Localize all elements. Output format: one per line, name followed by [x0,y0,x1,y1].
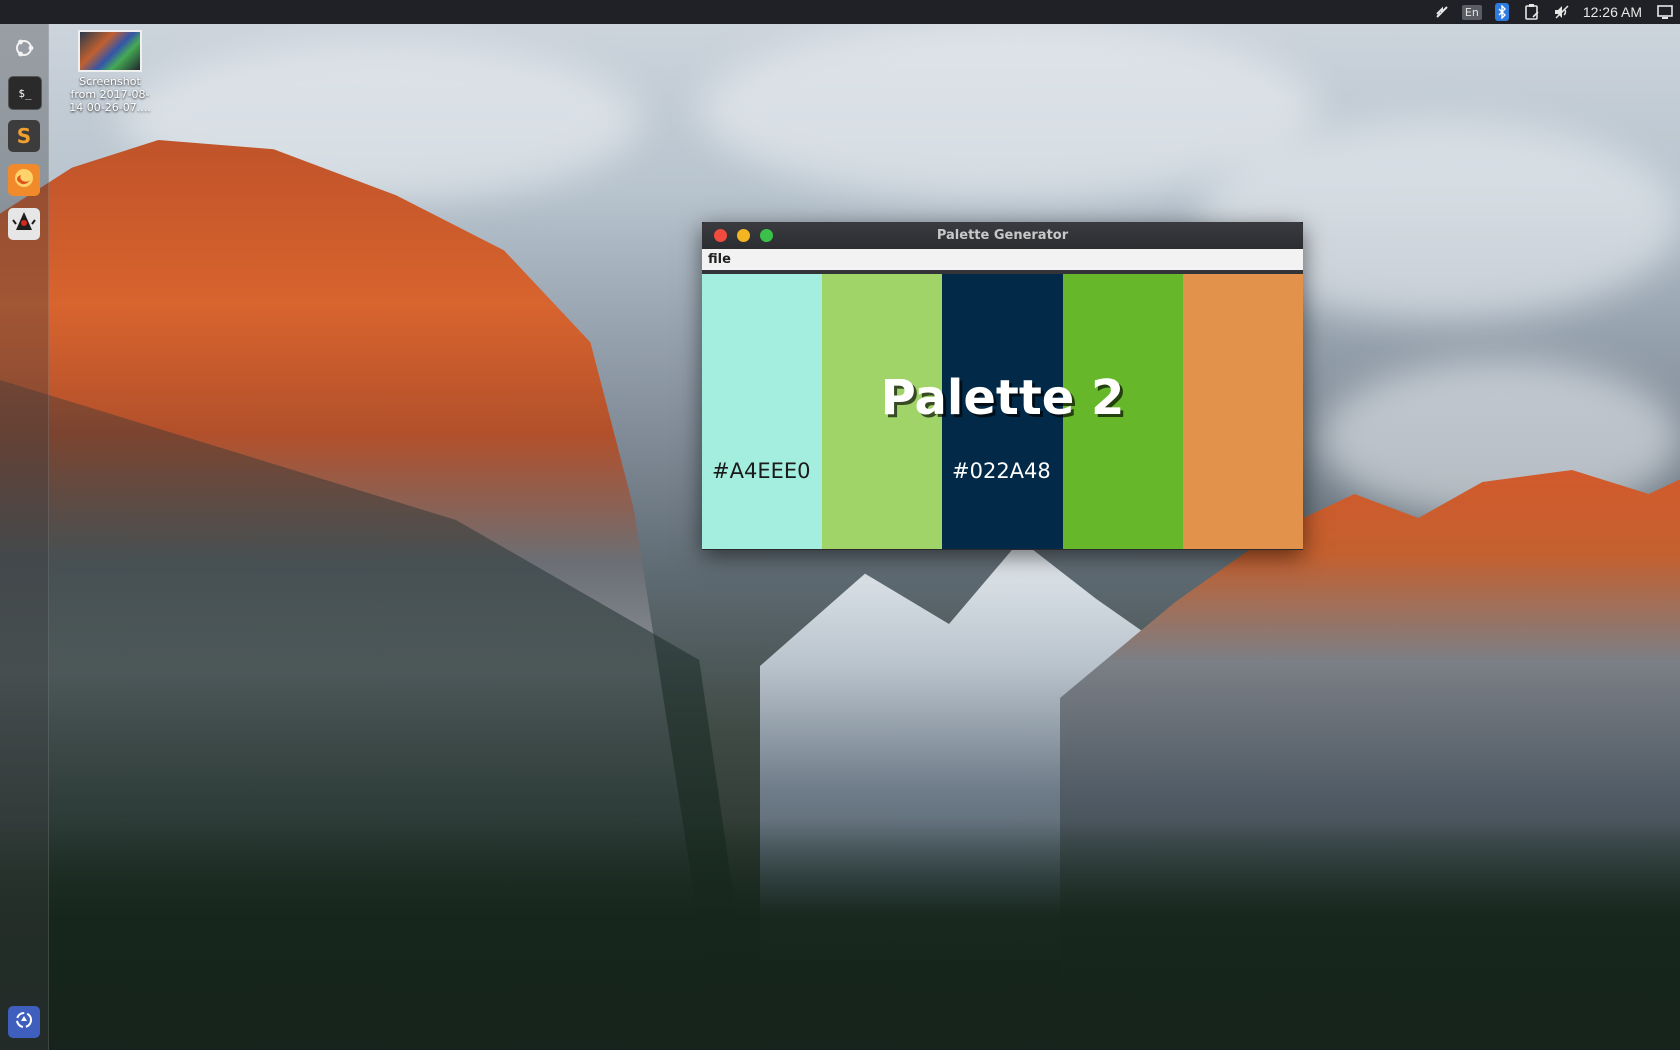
launcher-item-firefox[interactable] [8,164,40,196]
desktop-file-label: Screenshot from 2017-08-14 00-26-07.... [69,75,151,114]
clock[interactable]: 12:26 AM [1583,4,1642,20]
launcher-item-terminal[interactable]: $_ [8,76,42,110]
firefox-icon [13,167,35,193]
keyboard-layout-indicator[interactable]: En [1461,0,1483,24]
volume-icon[interactable] [1551,0,1573,24]
window-titlebar[interactable]: Palette Generator [702,222,1303,249]
trash-icon [14,1010,34,1034]
launcher: $_ S [0,24,49,1050]
image-thumbnail-icon [78,30,142,72]
launcher-item-sublime-text[interactable]: S [8,120,40,152]
java-duke-icon [12,210,36,238]
menu-bar: file [702,249,1303,274]
terminal-icon: $_ [18,86,32,100]
launcher-item-dash-home[interactable] [8,34,40,66]
desktop-file-screenshot[interactable]: Screenshot from 2017-08-14 00-26-07.... [66,30,154,114]
clipboard-icon[interactable] [1521,0,1543,24]
network-arrows-icon[interactable] [1431,0,1453,24]
window-title: Palette Generator [936,228,1069,243]
bluetooth-icon[interactable] [1491,0,1513,24]
launcher-item-java-app[interactable] [8,208,40,240]
system-tray: En 12:26 AM [1427,0,1680,24]
menu-file[interactable]: file [702,249,737,270]
ubuntu-logo-icon [12,36,36,64]
palette-generator-window: Palette Generator file #A4EEE0 #022A48 P… [702,222,1304,550]
launcher-item-trash[interactable] [8,1006,40,1038]
sublime-text-icon: S [16,124,32,148]
palette-title: Palette 2 [880,370,1125,426]
swatch-1-hex-label: #A4EEE0 [712,459,811,483]
top-panel: En 12:26 AM [0,0,1680,24]
palette-canvas: #A4EEE0 #022A48 Palette 2 [702,274,1304,549]
system-menu-icon[interactable] [1654,0,1676,24]
swatch-3-hex-label: #022A48 [952,459,1051,483]
keyboard-layout-label: En [1461,4,1482,20]
